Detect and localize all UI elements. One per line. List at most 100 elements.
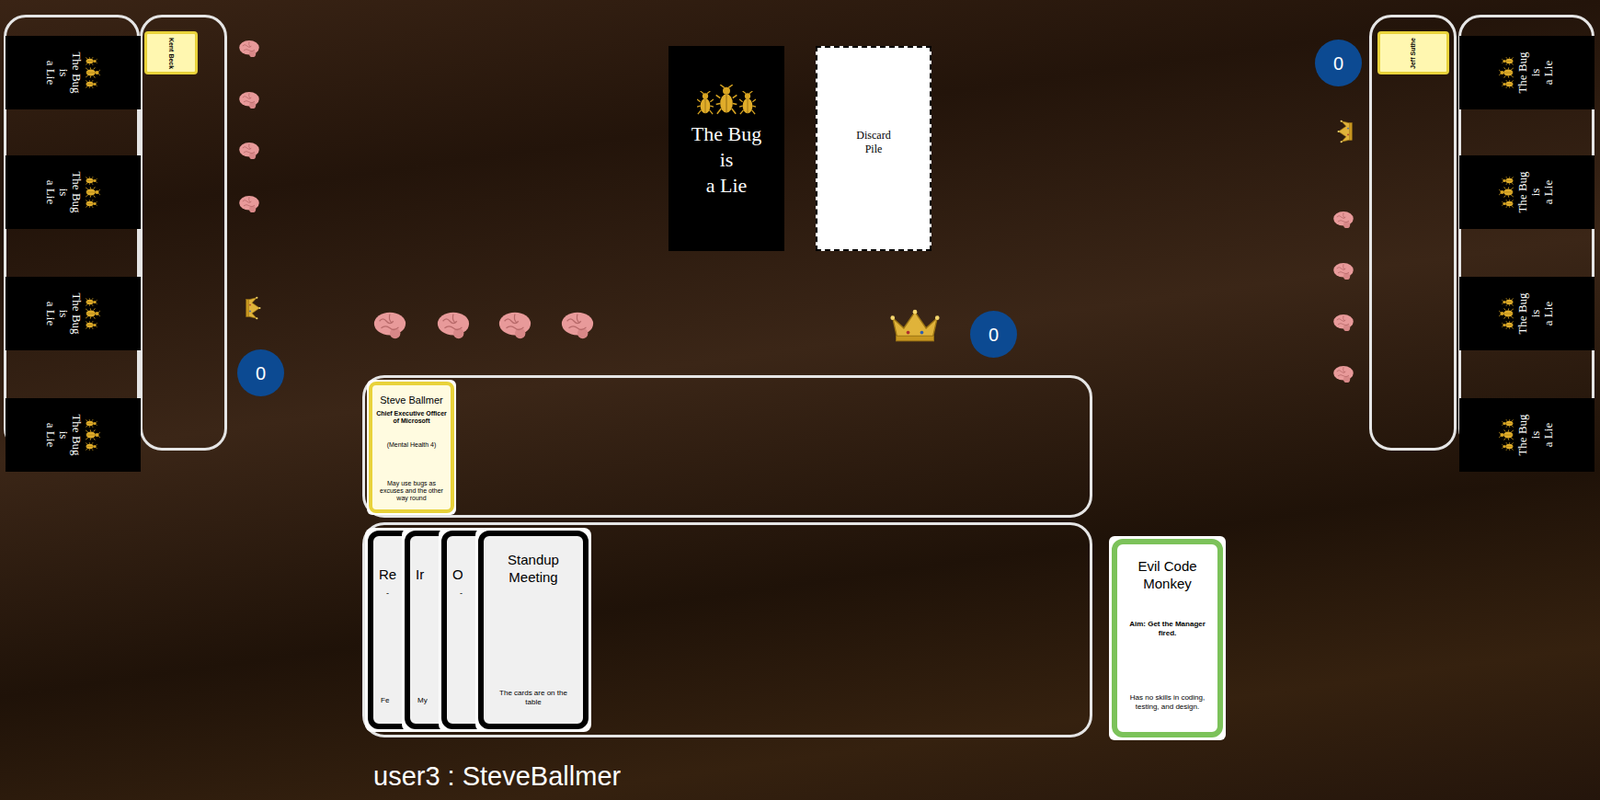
character-card[interactable]: Steve BallmerChief Executive Officer of … [366, 379, 457, 515]
opponent-hand-area [3, 14, 140, 451]
card-back-line: a Lie [1542, 292, 1555, 334]
brain-icon [1332, 364, 1355, 385]
discard-pile[interactable]: DiscardPile [815, 45, 932, 252]
brain-icon [238, 38, 261, 59]
role-card[interactable]: Evil Code MonkeyAim: Get the Manager fir… [1108, 536, 1226, 741]
character-ability: May use bugs as excuses and the other wa… [375, 480, 448, 510]
beetle-icon [85, 297, 99, 307]
card-back-line: is [57, 292, 71, 334]
beetle-icon [1501, 57, 1515, 66]
beetle-icon [85, 320, 99, 330]
card-back[interactable]: The Bugisa Lie [5, 155, 141, 229]
card-back[interactable]: The Bugisa Lie [5, 398, 141, 472]
beetle-icon [85, 57, 99, 66]
brain-icon [238, 194, 261, 215]
beetle-icon [85, 419, 99, 428]
beetles [1498, 176, 1515, 208]
game-table: Kent BeckThe Bugisa LieThe Bugisa LieThe… [0, 0, 1600, 800]
card-back-line: The Bug [70, 51, 84, 93]
card-back[interactable]: The Bugisa Lie [5, 276, 141, 351]
card-back-line: The Bug [1516, 413, 1530, 456]
card-back-line: is [57, 171, 71, 213]
card-back-line: The Bug [70, 292, 84, 334]
role-description: Has no skills in coding, testing, and de… [1122, 693, 1212, 732]
beetle-icon [1501, 176, 1515, 185]
score-badge: 0 [970, 310, 1018, 358]
card-back[interactable]: The Bugisa Lie [1459, 35, 1595, 110]
card-text: The cards are on the table [483, 688, 583, 724]
beetle-icon [1501, 199, 1515, 208]
beetles [85, 176, 102, 208]
score-badge: 0 [1314, 39, 1362, 87]
character-area: Steve BallmerChief Executive Officer of … [362, 375, 1093, 518]
card-back-line: a Lie [1542, 51, 1555, 93]
card-back[interactable]: The Bugisa Lie [1459, 155, 1595, 229]
draw-deck[interactable]: The Bugisa Lie [668, 45, 785, 252]
beetles [85, 297, 102, 330]
discard-label: Pile [865, 142, 883, 157]
beetles [85, 57, 102, 89]
card-back-line: a Lie [45, 51, 58, 93]
role-aim: Aim: Get the Manager fired. [1122, 592, 1212, 639]
character-title: Chief Executive Officer of Microsoft [375, 406, 448, 425]
beetle-icon [1498, 67, 1515, 79]
beetle-icon [85, 429, 102, 441]
beetle-icon [1498, 308, 1515, 320]
hand-card[interactable]: Standup Meeting The cards are on the tabl… [475, 527, 592, 732]
beetle-icon [739, 91, 756, 116]
beetle-icon [715, 84, 738, 116]
beetles [1498, 57, 1515, 89]
deck-title-line: a Lie [691, 172, 762, 199]
card-back-line: a Lie [1542, 171, 1555, 213]
opponent-character-area: Kent Beck [139, 14, 228, 451]
beetles [1498, 297, 1515, 330]
opponent-character-card[interactable]: Kent Beck [144, 31, 198, 75]
beetles [85, 419, 102, 451]
card-title: Standup Meeting [483, 536, 583, 586]
card-back[interactable]: The Bugisa Lie [1459, 398, 1595, 472]
card-back[interactable]: The Bugisa Lie [5, 35, 141, 110]
beetle-icon [85, 186, 102, 198]
player-label: user3 : SteveBallmer [373, 759, 621, 793]
brain-icon [238, 140, 261, 161]
card-back-line: The Bug [70, 171, 84, 213]
card-back-line: is [57, 413, 71, 456]
card-back-line: is [1529, 292, 1543, 334]
beetle-icon [1501, 320, 1515, 330]
beetle-icon [1501, 419, 1515, 428]
beetle-icon [85, 67, 102, 79]
brain-icon [435, 308, 471, 343]
opponent-character-card[interactable]: Jeff Suthe [1377, 31, 1450, 75]
score-badge: 0 [237, 349, 285, 397]
opponent-character-area: Jeff Suthe [1369, 14, 1457, 451]
beetle-icon [85, 80, 99, 89]
beetle-icon [85, 176, 99, 185]
left-opponent: Kent BeckThe Bugisa LieThe Bugisa LieThe… [0, 0, 1600, 800]
card-back-line: is [1529, 51, 1543, 93]
character-name: Steve Ballmer [379, 385, 443, 407]
beetle-icon [1498, 429, 1515, 441]
card-back-line: The Bug [70, 413, 84, 456]
beetle-icon [1498, 186, 1515, 198]
beetle-icon [1501, 297, 1515, 307]
card-back-line: is [1529, 171, 1543, 213]
crown-icon [243, 296, 263, 320]
card-back-line: a Lie [45, 292, 58, 334]
card-back-line: a Lie [45, 171, 58, 213]
beetles [1498, 419, 1515, 451]
beetle-icon [1501, 80, 1515, 89]
brain-icon [372, 308, 408, 343]
beetles [697, 84, 756, 116]
card-back-line: The Bug [1516, 292, 1530, 334]
brain-icon [1332, 209, 1355, 230]
beetle-icon [85, 442, 99, 451]
card-back-line: a Lie [45, 413, 58, 456]
role-name: Evil Code Monkey [1122, 544, 1212, 593]
card-back[interactable]: The Bugisa Lie [1459, 276, 1595, 351]
brain-icon [1332, 312, 1355, 333]
crown-icon [889, 308, 941, 344]
brain-icon [560, 308, 595, 343]
card-back-line: is [1529, 413, 1543, 456]
brain-icon [1332, 261, 1355, 282]
deck-title-line: is [691, 147, 762, 173]
